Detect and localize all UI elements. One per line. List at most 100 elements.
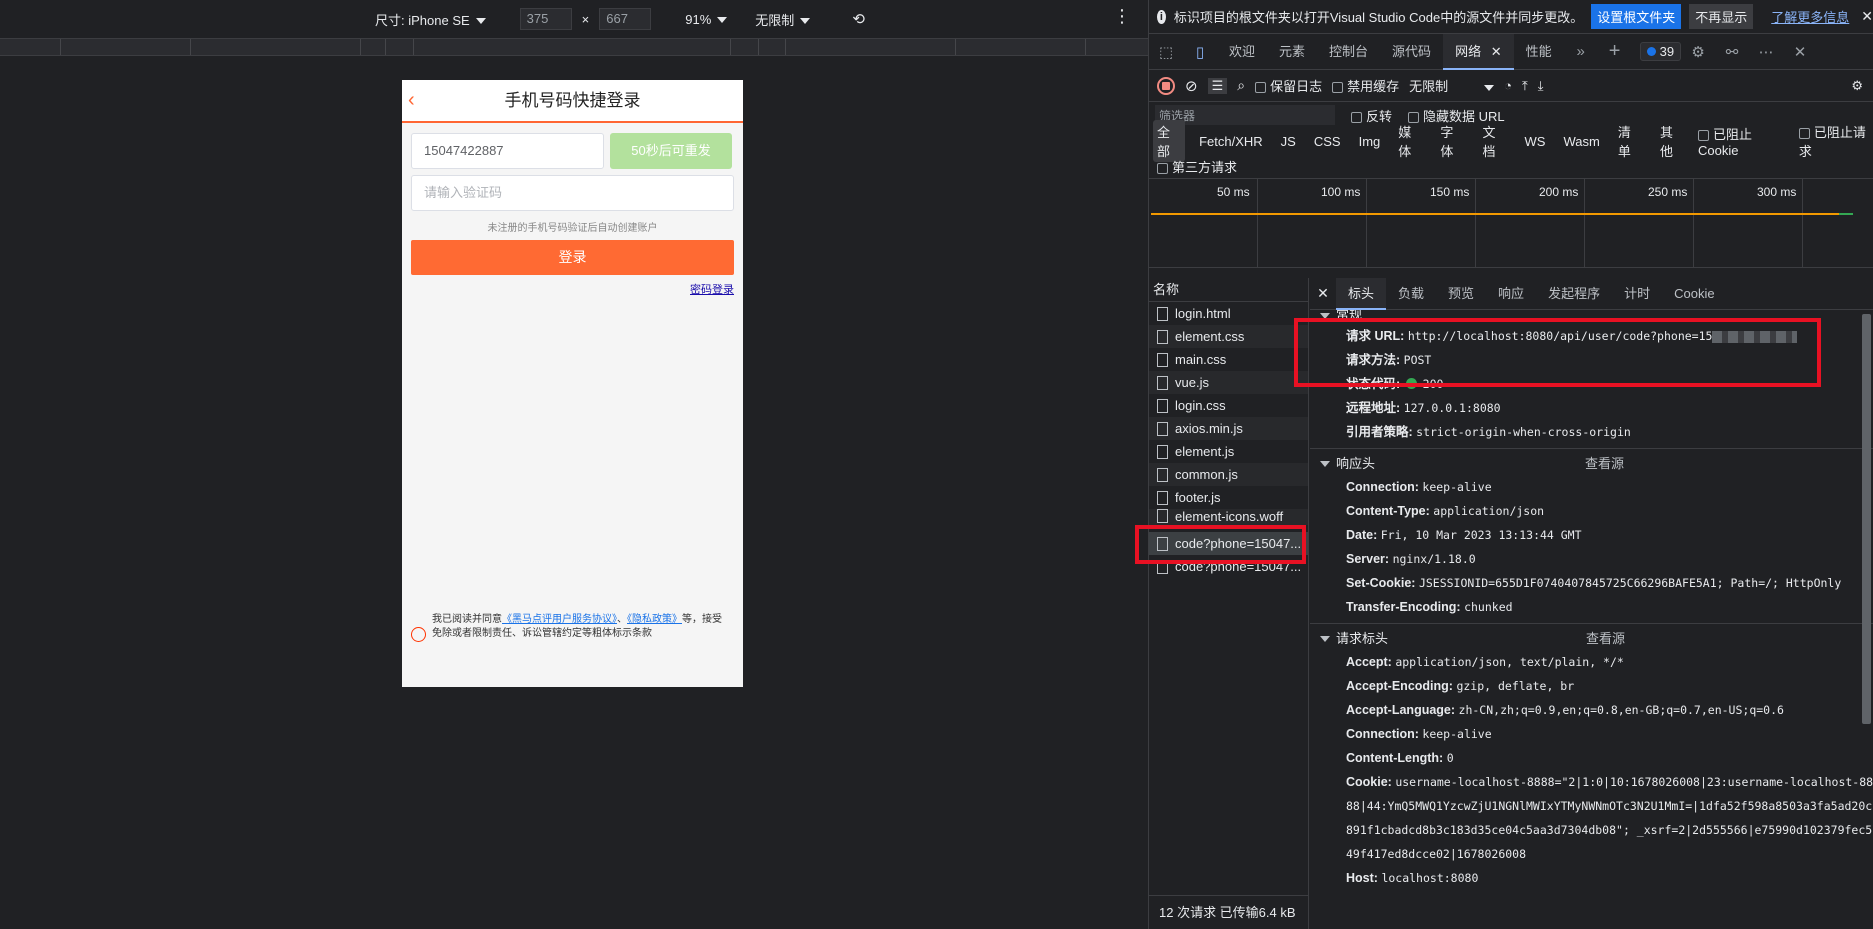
network-overview-timeline[interactable]: 50 ms 100 ms 150 ms 200 ms 250 ms 300 ms [1149,178,1873,268]
invert-checkbox[interactable]: 反转 [1351,106,1392,125]
height-input[interactable]: 667 [599,8,652,30]
chevron-down-icon [800,18,811,25]
view-source-button[interactable]: 查看源 [1586,628,1625,650]
tab-sources[interactable]: 源代码 [1380,34,1443,70]
agree-radio[interactable] [411,627,426,642]
timeline-label: 200 ms [1539,185,1579,199]
type-media[interactable]: 媒体 [1394,120,1426,162]
upload-icon[interactable]: ⤒ [1522,78,1528,94]
ruler-tick [360,39,361,55]
type-ws[interactable]: WS [1521,132,1550,151]
device-select[interactable]: 尺寸: iPhone SE [375,10,486,29]
phone-input[interactable]: 15047422887 [411,133,604,169]
learn-more-link[interactable]: 了解更多信息 [1771,7,1849,26]
rotate-icon[interactable]: ⟲ [852,10,865,28]
list-item[interactable]: element-icons.woff [1149,509,1308,525]
agree-prefix: 我已阅读并同意 [432,614,502,625]
tab-preview[interactable]: 预览 [1436,278,1486,310]
type-wasm[interactable]: Wasm [1559,132,1603,151]
privacy-policy-link[interactable]: 《隐私政策》 [627,614,682,625]
throttle-select[interactable]: 无限制 [1409,76,1495,95]
type-js[interactable]: JS [1277,132,1300,151]
device-toggle-icon[interactable]: ▯ [1183,43,1217,61]
settings-gear-icon[interactable]: ⚙ [1681,43,1715,61]
tab-initiator[interactable]: 发起程序 [1536,278,1612,310]
section-header[interactable]: 响应头 查看源 [1318,453,1873,475]
list-item[interactable]: axios.min.js [1149,417,1308,440]
more-options-icon[interactable]: ⋯ [1749,43,1783,61]
network-settings-gear-icon[interactable]: ⚙ [1851,78,1863,94]
tab-cookies[interactable]: Cookie [1662,278,1726,310]
add-tab-icon[interactable]: + [1598,40,1632,63]
tab-network[interactable]: 网络 ✕ [1443,33,1514,70]
list-item[interactable]: element.css [1149,325,1308,348]
download-icon[interactable]: ⤓ [1538,78,1544,94]
list-item[interactable]: main.css [1149,348,1308,371]
request-name: element-icons.woff [1175,509,1284,524]
close-devtools-icon[interactable]: ✕ [1783,43,1817,61]
close-tab-icon[interactable]: ✕ [1491,44,1502,59]
header-key: Content-Type: [1346,504,1430,518]
tab-console[interactable]: 控制台 [1317,34,1380,70]
view-source-button[interactable]: 查看源 [1585,453,1624,475]
file-icon [1157,352,1168,367]
password-login-link[interactable]: 密码登录 [411,281,734,297]
tab-performance[interactable]: 性能 [1514,34,1564,70]
type-manifest[interactable]: 清单 [1614,120,1646,162]
list-item[interactable]: common.js [1149,463,1308,486]
filter-icon[interactable]: ☰ [1207,77,1228,94]
tab-payload[interactable]: 负载 [1386,278,1436,310]
throttle-select[interactable]: 无限制 [755,10,811,29]
file-icon [1157,467,1168,482]
close-icon[interactable]: ✕ [1310,285,1336,302]
tab-headers[interactable]: 标头 [1336,278,1387,310]
set-root-folder-button[interactable]: 设置根文件夹 [1591,4,1682,29]
login-button[interactable]: 登录 [411,240,734,275]
triangle-down-icon [1320,636,1330,642]
preserve-log-checkbox[interactable]: 保留日志 [1255,76,1322,95]
record-stop-icon[interactable] [1157,76,1175,95]
code-input[interactable]: 请输入验证码 [411,175,734,211]
zoom-select[interactable]: 91% [685,12,728,27]
third-party-checkbox[interactable]: 第三方请求 [1157,157,1237,176]
dont-show-again-button[interactable]: 不再显示 [1689,4,1754,29]
chevron-down-icon [1484,84,1495,91]
list-item[interactable]: footer.js [1149,486,1308,509]
login-form: 15047422887 50秒后可重发 请输入验证码 未注册的手机号码验证后自动… [402,123,743,297]
more-options-icon[interactable]: ⋮ [1113,6,1132,27]
issues-badge[interactable]: 39 [1639,42,1682,61]
list-item[interactable]: login.html [1149,302,1308,325]
back-arrow-icon[interactable]: ‹ [408,80,415,121]
tab-response[interactable]: 响应 [1486,278,1536,310]
type-font[interactable]: 字体 [1436,120,1468,162]
tab-welcome[interactable]: 欢迎 [1217,34,1267,70]
more-tabs-icon[interactable]: » [1564,43,1598,60]
type-other[interactable]: 其他 [1656,120,1688,162]
network-conditions-icon[interactable]: ◔ [1504,78,1512,93]
resend-code-button[interactable]: 50秒后可重发 [610,133,732,169]
header-key: Set-Cookie: [1346,576,1416,590]
list-item[interactable]: vue.js [1149,371,1308,394]
list-item[interactable]: login.css [1149,394,1308,417]
scrollbar[interactable] [1862,314,1871,724]
tab-elements[interactable]: 元素 [1267,34,1317,70]
inspect-element-icon[interactable]: ⬚ [1149,43,1183,61]
blocked-cookies-checkbox[interactable]: 已阻止 Cookie [1698,124,1789,158]
type-img[interactable]: Img [1355,132,1385,151]
tab-timing[interactable]: 计时 [1612,278,1662,310]
customize-icon[interactable]: ⚯ [1715,43,1749,61]
clear-icon[interactable]: ⊘ [1185,77,1198,95]
search-icon[interactable]: ⌕ [1237,77,1245,94]
close-icon[interactable]: ✕ [1861,8,1873,25]
blocked-requests-checkbox[interactable]: 已阻止请求 [1798,122,1873,160]
user-agreement-link[interactable]: 《黑马点评用户服务协议》 [502,614,617,625]
request-list-header[interactable]: 名称 [1149,278,1308,302]
section-header[interactable]: 请求标头 查看源 [1318,628,1873,650]
type-fetch-xhr[interactable]: Fetch/XHR [1195,132,1267,151]
width-input[interactable]: 375 [519,8,572,30]
disable-cache-checkbox[interactable]: 禁用缓存 [1332,76,1399,95]
list-item[interactable]: element.js [1149,440,1308,463]
type-css[interactable]: CSS [1310,132,1345,151]
type-doc[interactable]: 文档 [1478,120,1510,162]
info-icon: i [1157,9,1166,24]
